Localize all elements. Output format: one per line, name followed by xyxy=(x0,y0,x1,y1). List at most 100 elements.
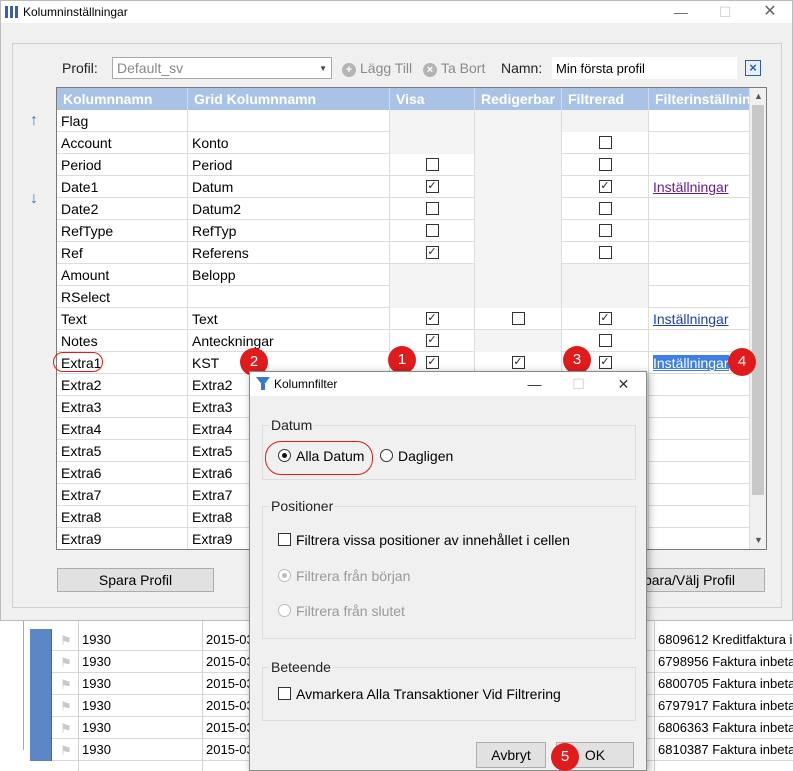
row-selector[interactable] xyxy=(30,695,52,717)
visible-cell-checkbox[interactable] xyxy=(425,224,439,237)
grid-row[interactable]: Date1 Datum ✓ ✓ Inställningar xyxy=(57,176,759,198)
visible-cell[interactable]: ✓ xyxy=(390,176,475,198)
filter-settings-link[interactable]: Inställningar xyxy=(653,311,729,327)
filtered-cell-checkbox[interactable]: ✓ xyxy=(598,180,612,193)
dialog-maximize-button[interactable]: ☐ xyxy=(556,372,601,396)
filter-settings-link[interactable]: Inställningar xyxy=(653,355,729,371)
visible-cell[interactable] xyxy=(390,220,475,242)
visible-cell[interactable]: ✓ xyxy=(390,242,475,264)
positions-checkbox[interactable] xyxy=(278,533,291,546)
scroll-up-icon[interactable]: ▲ xyxy=(750,88,766,105)
grid-column-name-cell[interactable]: Datum2 xyxy=(188,198,390,220)
flag-icon[interactable]: ⚑ xyxy=(60,677,72,693)
filtered-cell[interactable] xyxy=(562,198,649,220)
from-start-radio[interactable] xyxy=(278,569,291,582)
dialog-close-button[interactable]: ✕ xyxy=(601,372,646,396)
close-button[interactable]: ✕ xyxy=(747,1,793,23)
dialog-minimize-button[interactable]: — xyxy=(512,372,557,396)
editable-cell[interactable] xyxy=(475,308,562,330)
filtered-cell[interactable]: ✓ xyxy=(562,308,649,330)
filtered-cell-checkbox[interactable] xyxy=(598,158,612,171)
remove-profile-button[interactable]: × Ta Bort xyxy=(423,60,485,77)
from-end-radio[interactable] xyxy=(278,604,291,617)
grid-column-name-cell[interactable]: Konto xyxy=(188,132,390,154)
visible-cell[interactable]: ✓ xyxy=(390,308,475,330)
filtered-cell-checkbox[interactable] xyxy=(598,334,612,347)
minimize-button[interactable]: — xyxy=(658,1,704,23)
flag-icon[interactable]: ⚑ xyxy=(60,743,72,759)
flag-icon[interactable]: ⚑ xyxy=(60,721,72,737)
column-header[interactable]: Grid Kolumnnamn xyxy=(188,88,390,110)
row-selector[interactable] xyxy=(30,629,52,651)
grid-column-name-cell[interactable]: Anteckningar xyxy=(188,330,390,352)
grid-column-name-cell[interactable]: RefTyp xyxy=(188,220,390,242)
visible-cell-checkbox[interactable]: ✓ xyxy=(425,356,439,369)
flag-icon[interactable]: ⚑ xyxy=(60,699,72,715)
from-start-label[interactable]: Filtrera från början xyxy=(296,568,410,584)
profile-dropdown[interactable]: Default_sv ▼ xyxy=(112,57,332,79)
grid-column-name-cell[interactable] xyxy=(188,110,390,132)
filtered-cell[interactable] xyxy=(562,220,649,242)
grid-vertical-scrollbar[interactable]: ▲ ▼ xyxy=(749,88,766,549)
grid-row[interactable]: Text Text ✓ ✓ Inställningar xyxy=(57,308,759,330)
flag-icon[interactable]: ⚑ xyxy=(60,655,72,671)
maximize-button[interactable]: ☐ xyxy=(702,1,748,23)
column-header[interactable]: Kolumnnamn xyxy=(57,88,188,110)
add-profile-button[interactable]: + Lägg Till xyxy=(342,60,412,77)
filter-settings-cell[interactable]: Inställningar xyxy=(649,308,759,330)
filtered-cell[interactable] xyxy=(562,154,649,176)
visible-cell-checkbox[interactable]: ✓ xyxy=(425,334,439,347)
filtered-cell-checkbox[interactable] xyxy=(598,224,612,237)
visible-cell[interactable] xyxy=(390,154,475,176)
row-selector[interactable] xyxy=(30,673,52,695)
row-selector[interactable] xyxy=(30,739,52,761)
filtered-cell-checkbox[interactable] xyxy=(598,136,612,149)
filtered-cell-checkbox[interactable]: ✓ xyxy=(598,356,612,369)
column-header[interactable]: Redigerbar xyxy=(475,88,562,110)
grid-column-name-cell[interactable]: Text xyxy=(188,308,390,330)
visible-cell[interactable] xyxy=(390,198,475,220)
grid-column-name-cell[interactable] xyxy=(188,286,390,308)
grid-row[interactable]: Date2 Datum2 xyxy=(57,198,759,220)
grid-row[interactable]: Account Konto xyxy=(57,132,759,154)
visible-cell-checkbox[interactable]: ✓ xyxy=(425,312,439,325)
row-selector[interactable] xyxy=(30,651,52,673)
behavior-checkbox[interactable] xyxy=(278,687,291,700)
move-down-arrow-icon[interactable]: ↓ xyxy=(30,190,38,208)
save-profile-button[interactable]: Spara Profil xyxy=(57,568,214,592)
row-selector[interactable] xyxy=(30,717,52,739)
cancel-button[interactable]: Avbryt xyxy=(476,742,546,768)
scroll-down-icon[interactable]: ▼ xyxy=(750,532,766,549)
filtered-cell[interactable]: ✓ xyxy=(562,176,649,198)
filtered-cell-checkbox[interactable] xyxy=(598,202,612,215)
behavior-checkbox-label[interactable]: Avmarkera Alla Transaktioner Vid Filtrer… xyxy=(296,686,561,702)
visible-cell-checkbox[interactable] xyxy=(425,202,439,215)
grid-column-name-cell[interactable]: Belopp xyxy=(188,264,390,286)
daily-label[interactable]: Dagligen xyxy=(398,448,453,464)
column-header[interactable]: Filtrerad xyxy=(562,88,649,110)
positions-checkbox-label[interactable]: Filtrera vissa positioner av innehållet … xyxy=(296,532,570,548)
grid-row[interactable]: Flag xyxy=(57,110,759,132)
filter-settings-link[interactable]: Inställningar xyxy=(653,179,729,195)
scroll-thumb[interactable] xyxy=(752,105,764,495)
daily-radio[interactable] xyxy=(380,449,393,462)
column-header[interactable]: Filterinställningar xyxy=(649,88,759,110)
grid-row[interactable]: Ref Referens ✓ xyxy=(57,242,759,264)
grid-row[interactable]: RefType RefTyp xyxy=(57,220,759,242)
visible-cell-checkbox[interactable]: ✓ xyxy=(425,180,439,193)
grid-row[interactable]: Period Period xyxy=(57,154,759,176)
profile-name-input[interactable] xyxy=(552,57,737,79)
filtered-cell[interactable] xyxy=(562,242,649,264)
filtered-cell[interactable] xyxy=(562,132,649,154)
flag-icon[interactable]: ⚑ xyxy=(60,633,72,649)
clear-name-button[interactable]: × xyxy=(745,60,761,76)
grid-column-name-cell[interactable]: Period xyxy=(188,154,390,176)
grid-column-name-cell[interactable]: Datum xyxy=(188,176,390,198)
visible-cell-checkbox[interactable]: ✓ xyxy=(425,246,439,259)
grid-row[interactable]: Amount Belopp xyxy=(57,264,759,286)
filtered-cell-checkbox[interactable] xyxy=(598,246,612,259)
editable-cell-checkbox[interactable]: ✓ xyxy=(511,356,525,369)
filter-settings-cell[interactable]: Inställningar xyxy=(649,176,759,198)
all-dates-radio[interactable] xyxy=(278,449,291,462)
filtered-cell-checkbox[interactable]: ✓ xyxy=(598,312,612,325)
